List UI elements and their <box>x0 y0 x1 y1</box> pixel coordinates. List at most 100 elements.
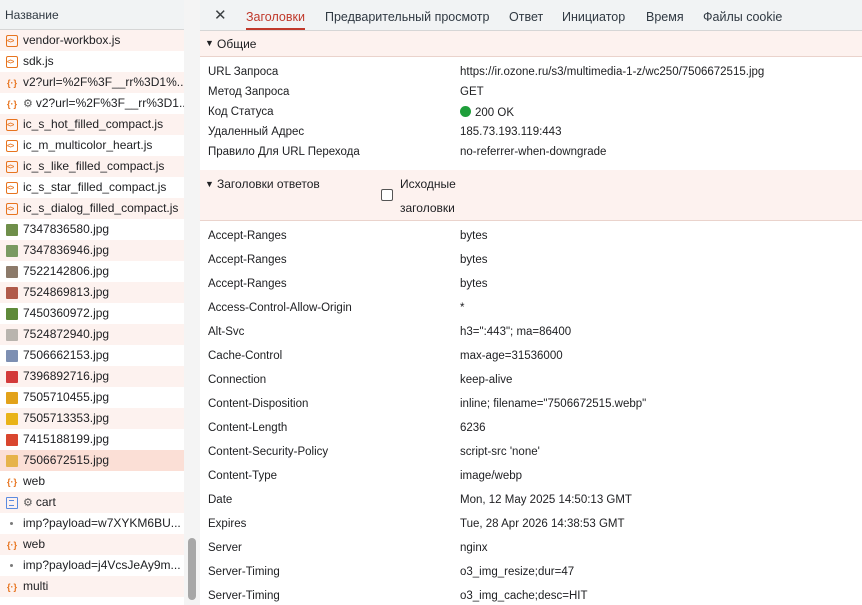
header-value[interactable]: bytes <box>460 230 860 242</box>
request-name: 7450360972.jpg <box>23 306 110 320</box>
header-value[interactable]: max-age=31536000 <box>460 350 860 362</box>
close-icon[interactable]: ✕ <box>214 6 227 24</box>
request-list-item[interactable]: {·} multi <box>0 576 184 597</box>
request-list-item[interactable]: ⚙ cart <box>0 492 184 513</box>
tab-3[interactable]: Инициатор <box>562 0 625 30</box>
header-key: Cache-Control <box>208 350 283 362</box>
request-name: 7347836580.jpg <box>23 222 110 236</box>
header-value[interactable]: https://ir.ozone.ru/s3/multimedia-1-z/wc… <box>460 66 860 78</box>
tab-4[interactable]: Время <box>646 0 684 30</box>
header-value[interactable]: bytes <box>460 254 860 266</box>
tab-5[interactable]: Файлы cookie <box>703 0 782 30</box>
request-name: 7524869813.jpg <box>23 285 110 299</box>
request-name: ic_m_multicolor_heart.js <box>23 138 153 152</box>
header-value[interactable]: Tue, 28 Apr 2026 14:38:53 GMT <box>460 518 860 530</box>
request-list-item[interactable]: sdk.js <box>0 51 184 72</box>
request-list-item[interactable]: {·} v2?url=%2F%3F__rr%3D1%... <box>0 72 184 93</box>
header-value[interactable]: h3=":443"; ma=86400 <box>460 326 860 338</box>
header-value[interactable]: 185.73.193.119:443 <box>460 126 860 138</box>
header-value[interactable]: keep-alive <box>460 374 860 386</box>
request-name: ic_s_like_filled_compact.js <box>23 159 165 173</box>
tab-2[interactable]: Ответ <box>509 0 543 30</box>
image-thumbnail-icon <box>6 308 18 320</box>
header-value[interactable]: inline; filename="7506672515.webp" <box>460 398 860 410</box>
request-list-item[interactable]: {·} web <box>0 471 184 492</box>
scrollbar-thumb[interactable] <box>188 538 196 600</box>
image-thumbnail-icon <box>6 455 18 467</box>
header-key: Content-Disposition <box>208 398 309 410</box>
header-key: Connection <box>208 374 267 386</box>
general-section-header[interactable]: ▼ Общие <box>200 31 862 57</box>
header-key: Alt-Svc <box>208 326 245 338</box>
name-column-header[interactable]: Название <box>0 0 184 30</box>
request-list-item[interactable]: 7450360972.jpg <box>0 303 184 324</box>
script-file-icon <box>6 115 18 135</box>
tab-1[interactable]: Предварительный просмотр <box>325 0 489 30</box>
request-list-item[interactable]: imp?payload=j4VcsJeAy9m... <box>0 555 184 576</box>
header-value[interactable]: bytes <box>460 278 860 290</box>
request-list-item[interactable]: {·} ⚙ v2?url=%2F%3F__rr%3D1... <box>0 93 184 114</box>
request-name: 7396892716.jpg <box>23 369 110 383</box>
request-list-item[interactable]: 7505713353.jpg <box>0 408 184 429</box>
header-key: URL Запроса <box>208 66 279 78</box>
header-value[interactable]: * <box>460 302 860 314</box>
tab-0[interactable]: Заголовки <box>246 0 305 30</box>
header-value[interactable]: nginx <box>460 542 860 554</box>
request-list-item[interactable]: ic_s_like_filled_compact.js <box>0 156 184 177</box>
request-list-item[interactable]: ic_s_hot_filled_compact.js <box>0 114 184 135</box>
request-list-item[interactable]: ic_s_dialog_filled_compact.js <box>0 198 184 219</box>
request-list-scrollbar[interactable] <box>184 0 200 605</box>
raw-headers-checkbox[interactable] <box>381 189 393 201</box>
header-value[interactable]: script-src 'none' <box>460 446 860 458</box>
fetch-request-icon: {·} <box>6 78 17 88</box>
request-name: ic_s_dialog_filled_compact.js <box>23 201 179 215</box>
header-value[interactable]: no-referrer-when-downgrade <box>460 146 860 158</box>
request-list-item[interactable]: 7524872940.jpg <box>0 324 184 345</box>
header-value[interactable]: 6236 <box>460 422 860 434</box>
response-headers-section-header[interactable]: ▼ Заголовки ответов Исходные заголовки <box>200 170 862 221</box>
request-name: ic_s_star_filled_compact.js <box>23 180 167 194</box>
request-name: 7506672515.jpg <box>23 453 110 467</box>
request-list-item[interactable]: 7415188199.jpg <box>0 429 184 450</box>
header-key: Expires <box>208 518 247 530</box>
request-list-item[interactable]: 7522142806.jpg <box>0 261 184 282</box>
request-name: multi <box>23 579 49 593</box>
header-key: Access-Control-Allow-Origin <box>208 302 352 314</box>
request-list-item[interactable]: 7396892716.jpg <box>0 366 184 387</box>
header-key: Accept-Ranges <box>208 230 287 242</box>
header-key: Server-Timing <box>208 566 280 578</box>
script-file-icon <box>6 31 18 51</box>
request-list-item[interactable]: 7347836946.jpg <box>0 240 184 261</box>
request-list-item[interactable]: 7347836580.jpg <box>0 219 184 240</box>
request-name: sdk.js <box>23 54 54 68</box>
request-list-item[interactable]: {·} web <box>0 534 184 555</box>
image-thumbnail-icon <box>6 371 18 383</box>
request-list-item[interactable]: imp?payload=w7XYKM6BU... <box>0 513 184 534</box>
request-name: 7505713353.jpg <box>23 411 110 425</box>
raw-headers-label-line2[interactable]: заголовки <box>400 201 455 215</box>
header-key: Правило Для URL Перехода <box>208 146 360 158</box>
raw-headers-label-line1[interactable]: Исходные <box>400 177 456 191</box>
request-list-item[interactable]: 7506672515.jpg <box>0 450 184 471</box>
other-request-icon <box>10 564 13 567</box>
request-list-item[interactable]: ic_m_multicolor_heart.js <box>0 135 184 156</box>
header-value[interactable]: GET <box>460 86 860 98</box>
request-list-item[interactable]: 7506662153.jpg <box>0 345 184 366</box>
header-key: Метод Запроса <box>208 86 290 98</box>
request-list-item[interactable]: 7524869813.jpg <box>0 282 184 303</box>
header-key: Date <box>208 494 233 506</box>
request-list-item[interactable]: ic_s_star_filled_compact.js <box>0 177 184 198</box>
gear-icon: ⚙ <box>23 497 33 509</box>
header-value[interactable]: 200 OK <box>460 106 860 119</box>
header-value[interactable]: o3_img_resize;dur=47 <box>460 566 860 578</box>
image-thumbnail-icon <box>6 266 18 278</box>
header-value[interactable]: o3_img_cache;desc=HIT <box>460 590 860 602</box>
fetch-request-icon: {·} <box>6 477 17 487</box>
header-value[interactable]: Mon, 12 May 2025 14:50:13 GMT <box>460 494 860 506</box>
request-list-item[interactable]: 7505710455.jpg <box>0 387 184 408</box>
request-name: 7506662153.jpg <box>23 348 110 362</box>
request-list-item[interactable]: vendor-workbox.js <box>0 30 184 51</box>
status-ok-icon <box>460 106 471 117</box>
header-value[interactable]: image/webp <box>460 470 860 482</box>
response-headers-title: Заголовки ответов <box>217 177 320 191</box>
